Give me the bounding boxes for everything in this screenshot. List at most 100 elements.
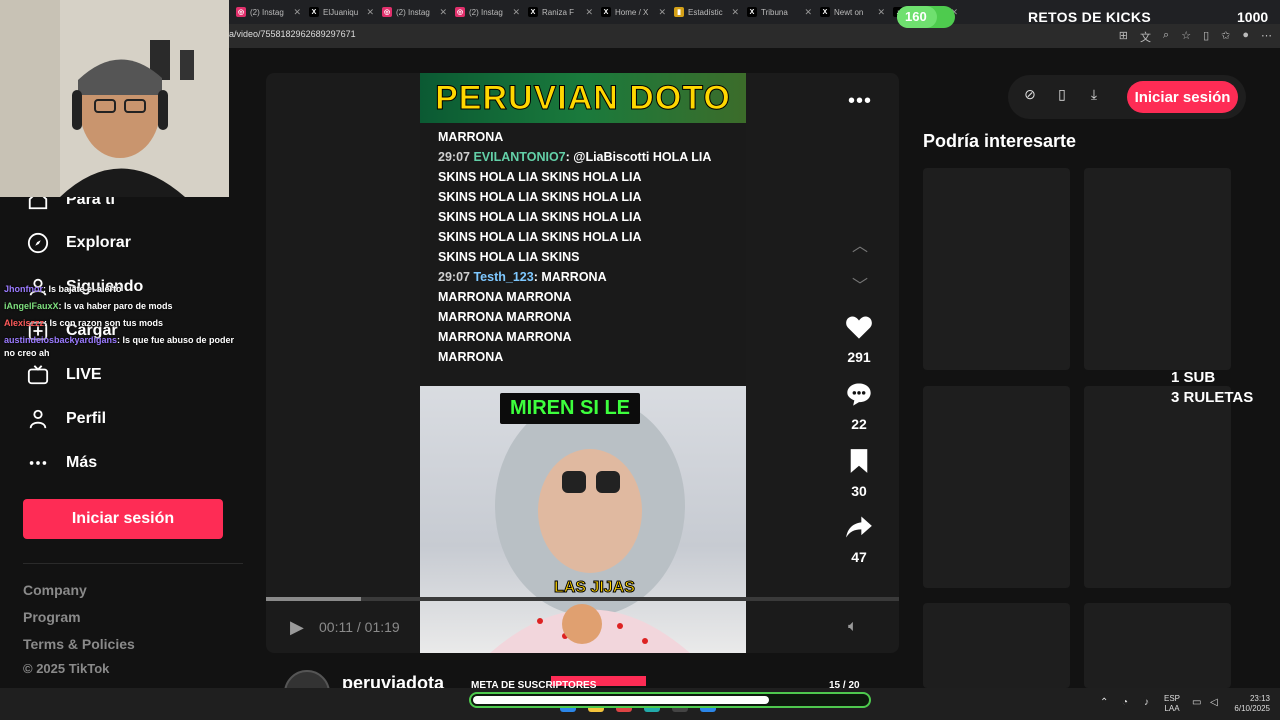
- save-button[interactable]: 30: [836, 448, 882, 499]
- browser-tab-label: (2) Instag: [396, 7, 430, 17]
- apps-icon[interactable]: ⊞: [1119, 29, 1128, 45]
- browser-tab[interactable]: X ElJuaniqu ✕: [305, 2, 378, 22]
- share-button[interactable]: 47: [836, 514, 882, 565]
- clock-time: 23:13: [1249, 694, 1270, 703]
- heart-icon: [846, 316, 872, 339]
- menu-icon[interactable]: ⋯: [1261, 29, 1272, 45]
- favorites-icon[interactable]: ✩: [1221, 29, 1230, 45]
- suggestion-card[interactable]: [923, 386, 1070, 588]
- translate-icon[interactable]: 文: [1140, 29, 1151, 45]
- split-screen-icon[interactable]: ▯: [1203, 29, 1209, 45]
- language-layout: LAA: [1164, 704, 1180, 713]
- browser-tab[interactable]: X Newt on ✕: [816, 2, 889, 22]
- display-icon[interactable]: ▭: [1192, 697, 1201, 708]
- stream-chat-line: Alexiszzz: Is con razon son tus mods: [4, 318, 164, 328]
- instagram-icon: ◎: [236, 7, 246, 17]
- network-icon[interactable]: ◔: [1122, 697, 1128, 708]
- bookmark-icon: [850, 449, 868, 473]
- close-icon[interactable]: ✕: [293, 7, 301, 18]
- comment-count: 22: [851, 416, 867, 432]
- language-code: ESP: [1164, 694, 1181, 703]
- stream-chat-line: austindeiosbackyardigans: Is que fue abu…: [4, 335, 235, 345]
- browser-tab[interactable]: ◎ (2) Instag ✕: [451, 2, 524, 22]
- instagram-icon: ◎: [455, 7, 465, 17]
- url-field[interactable]: a/video/7558182962689297671: [229, 29, 356, 39]
- compass-icon[interactable]: ⊘: [1018, 86, 1042, 110]
- browser-tab-label: Raniza F: [542, 7, 575, 17]
- play-icon[interactable]: ▶: [290, 617, 304, 638]
- x-icon: X: [601, 7, 611, 17]
- sub-reward-line: 1 SUB: [1171, 369, 1216, 386]
- star-icon[interactable]: ☆: [1181, 29, 1191, 45]
- sub-reward-text: 1 SUB 3 RULETAS: [1171, 368, 1253, 408]
- profile-icon[interactable]: ●: [1242, 29, 1249, 45]
- footer-company-link[interactable]: Company: [23, 582, 87, 598]
- clock-date: 6/10/2025: [1234, 704, 1270, 713]
- download-icon[interactable]: ⤓: [1082, 86, 1106, 110]
- video-chat-line: SKINS HOLA LIA SKINS HOLA LIA: [438, 230, 642, 244]
- close-icon[interactable]: ✕: [585, 7, 593, 18]
- close-icon[interactable]: ✕: [366, 7, 374, 18]
- comment-button[interactable]: 22: [836, 381, 882, 432]
- close-icon[interactable]: ✕: [512, 7, 520, 18]
- live-icon: [26, 363, 50, 387]
- stream-chat-line: no creo ah: [4, 348, 50, 358]
- close-icon[interactable]: ✕: [439, 7, 447, 18]
- top-login-button[interactable]: Iniciar sesión: [1127, 81, 1238, 113]
- x-icon: X: [820, 7, 830, 17]
- chevron-up-icon[interactable]: ⌃: [1100, 697, 1108, 708]
- suggestion-card[interactable]: [923, 603, 1070, 688]
- sidebar-item-explorar[interactable]: Explorar: [26, 231, 131, 255]
- suggestion-card[interactable]: [1084, 386, 1231, 588]
- like-count: 291: [847, 349, 871, 365]
- mic-icon[interactable]: ♪: [1144, 697, 1149, 708]
- suggestion-card[interactable]: [1084, 168, 1231, 370]
- mobile-icon[interactable]: ▯: [1050, 86, 1074, 110]
- sidebar-item-live[interactable]: LIVE: [26, 363, 102, 387]
- chevron-up-icon[interactable]: ︿: [848, 232, 872, 256]
- suggestion-card[interactable]: [1084, 603, 1231, 688]
- footer-terms-link[interactable]: Terms & Policies: [23, 636, 135, 652]
- browser-tab-label: (2) Instag: [469, 7, 503, 17]
- video-banner: PERUVIAN DOTO: [420, 73, 746, 123]
- video-chat-line: MARRONA MARRONA: [438, 290, 572, 304]
- like-button[interactable]: 291: [836, 314, 882, 365]
- save-count: 30: [851, 483, 867, 499]
- browser-tab[interactable]: X Tribuna ✕: [743, 2, 816, 22]
- close-icon[interactable]: ✕: [731, 7, 739, 18]
- zoom-icon[interactable]: ⌕: [1163, 29, 1169, 45]
- chevron-down-icon[interactable]: ﹀: [848, 272, 872, 296]
- video-progress-fill: [266, 597, 361, 601]
- more-options-icon[interactable]: •••: [848, 90, 872, 113]
- video-chat-line: SKINS HOLA LIA SKINS HOLA LIA: [438, 190, 642, 204]
- footer-program-link[interactable]: Program: [23, 609, 81, 625]
- video-player[interactable]: PERUVIAN DOTO MARRONA 29:07 EVILANTONIO7…: [420, 73, 746, 653]
- volume-icon[interactable]: 🔈︎: [848, 618, 858, 636]
- share-count: 47: [851, 549, 867, 565]
- sidebar-item-label: LIVE: [66, 366, 102, 383]
- close-icon[interactable]: ✕: [658, 7, 666, 18]
- clock[interactable]: 23:13 6/10/2025: [1230, 694, 1270, 714]
- sidebar-item-perfil[interactable]: Perfil: [26, 407, 106, 431]
- video-chat-line: MARRONA: [438, 350, 504, 364]
- retos-title: RETOS DE KICKS: [1028, 9, 1151, 25]
- footer-copyright: © 2025 TikTok: [23, 661, 110, 676]
- suggestion-card[interactable]: [923, 168, 1070, 370]
- browser-tab[interactable]: ◎ (2) Instag ✕: [232, 2, 305, 22]
- x-icon: X: [309, 7, 319, 17]
- browser-tab[interactable]: ◎ (2) Instag ✕: [378, 2, 451, 22]
- stats-icon: ▮: [674, 7, 684, 17]
- video-time: 00:11 / 01:19: [319, 619, 400, 635]
- sidebar-item-mas[interactable]: Más: [26, 451, 97, 475]
- close-icon[interactable]: ✕: [804, 7, 812, 18]
- sub-reward-line: 3 RULETAS: [1171, 389, 1254, 406]
- browser-tab[interactable]: X Raniza F ✕: [524, 2, 597, 22]
- browser-tab[interactable]: X Home / X ✕: [597, 2, 670, 22]
- close-icon[interactable]: ✕: [877, 7, 885, 18]
- browser-tab[interactable]: ▮ Estadístic ✕: [670, 2, 743, 22]
- login-button[interactable]: Iniciar sesión: [23, 499, 223, 539]
- volume-icon[interactable]: ◁: [1210, 697, 1218, 708]
- language-indicator[interactable]: ESP LAA: [1164, 694, 1180, 714]
- browser-tab-label: Tribuna: [761, 7, 788, 17]
- goal-label: META DE SUSCRIPTORES: [471, 680, 597, 691]
